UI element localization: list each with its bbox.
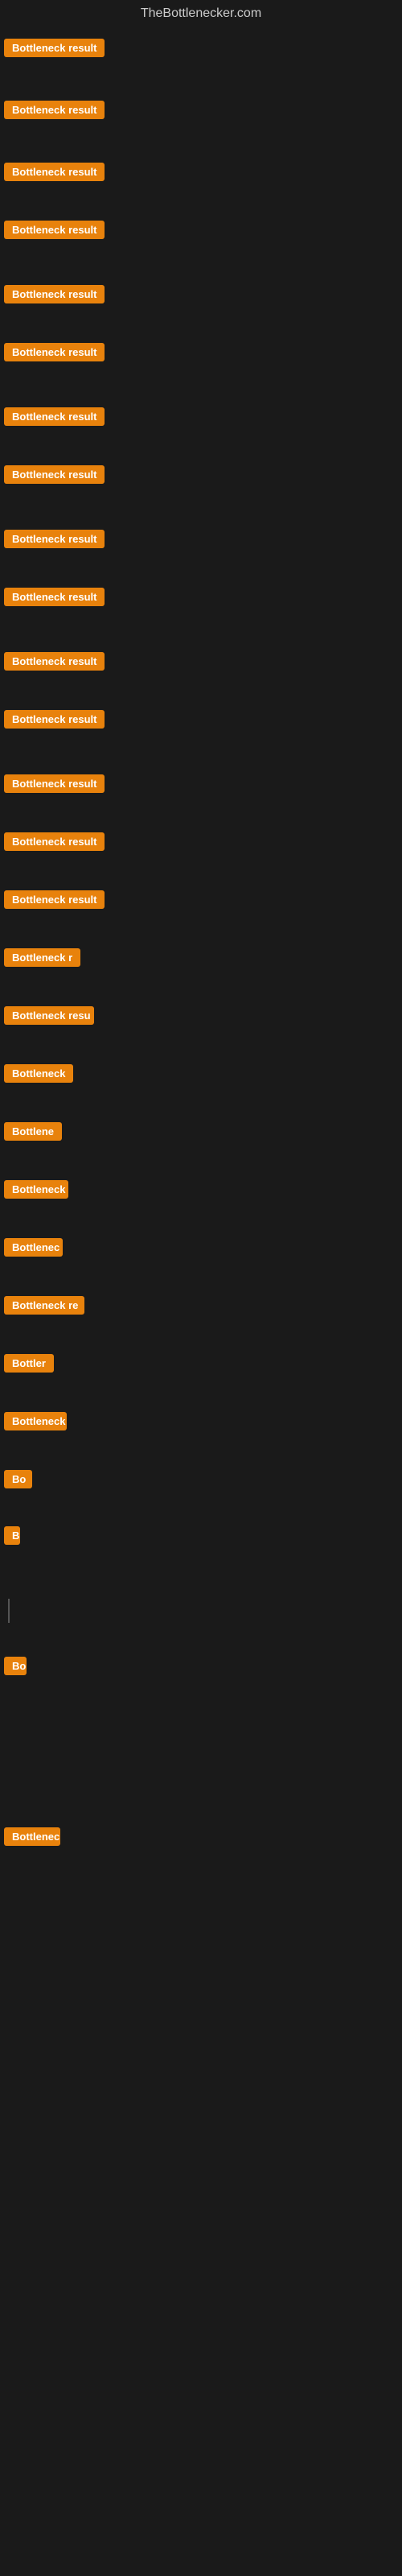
list-item: Bottlenec [0, 1228, 402, 1270]
bottleneck-badge-9: Bottleneck result [4, 530, 105, 548]
bottleneck-badge-23: Bottler [4, 1354, 54, 1373]
bottleneck-badge-2: Bottleneck result [4, 101, 105, 119]
list-item: Bottleneck result [0, 881, 402, 923]
bottleneck-badge-5: Bottleneck result [4, 285, 105, 303]
list-item: Bottler [0, 1344, 402, 1386]
list-item: Bottleneck result [0, 578, 402, 620]
bottleneck-badge-11: Bottleneck result [4, 652, 105, 671]
list-item: Bottleneck [0, 1402, 402, 1444]
list-item: Bottleneck result [0, 27, 402, 71]
list-item: Bottleneck result [0, 642, 402, 684]
list-item: Bo [0, 1460, 402, 1502]
vertical-divider [8, 1599, 10, 1623]
bottleneck-badge-29: Bo [4, 1657, 27, 1675]
list-item: Bottleneck r [0, 939, 402, 980]
bottleneck-badge-33: Bottleneck re [4, 1827, 60, 1846]
list-item: Bottleneck [0, 1055, 402, 1096]
bottleneck-badge-7: Bottleneck result [4, 407, 105, 426]
list-item: Bottleneck re [0, 1286, 402, 1328]
site-title: TheBottlenecker.com [0, 0, 402, 27]
list-item: Bottleneck result [0, 275, 402, 317]
bottleneck-badge-15: Bottleneck result [4, 890, 105, 909]
list-item: Bottleneck result [0, 520, 402, 562]
list-item: Bottleneck result [0, 398, 402, 440]
bottleneck-badge-22: Bottleneck re [4, 1296, 84, 1315]
list-item: Bottleneck result [0, 823, 402, 865]
bottleneck-badge-21: Bottlenec [4, 1238, 63, 1257]
list-item: Bo [0, 1647, 402, 1689]
bottleneck-badge-18: Bottleneck [4, 1064, 73, 1083]
list-item: Bottleneck result [0, 153, 402, 195]
bottleneck-badge-6: Bottleneck result [4, 343, 105, 361]
list-item: Bottleneck resu [0, 997, 402, 1038]
list-item: Bottleneck re [0, 1818, 402, 1860]
bottleneck-badge-25: Bo [4, 1470, 32, 1488]
list-item: Bottleneck result [0, 211, 402, 253]
bottleneck-badge-1: Bottleneck result [4, 39, 105, 57]
bottleneck-badge-19: Bottlene [4, 1122, 62, 1141]
list-item: Bottleneck result [0, 456, 402, 497]
bottleneck-badge-26: B [4, 1526, 20, 1545]
bottleneck-badge-4: Bottleneck result [4, 221, 105, 239]
bottleneck-badge-10: Bottleneck result [4, 588, 105, 606]
bottleneck-badge-16: Bottleneck r [4, 948, 80, 967]
bottleneck-badge-8: Bottleneck result [4, 465, 105, 484]
bottleneck-badge-20: Bottleneck [4, 1180, 68, 1199]
list-item: Bottleneck result [0, 700, 402, 742]
list-item: Bottlene [0, 1113, 402, 1154]
list-item: Bottleneck result [0, 765, 402, 807]
bottleneck-badge-17: Bottleneck resu [4, 1006, 94, 1025]
list-item: Bottleneck result [0, 333, 402, 375]
bottleneck-badge-14: Bottleneck result [4, 832, 105, 851]
bottleneck-badge-12: Bottleneck result [4, 710, 105, 729]
list-item: Bottleneck [0, 1170, 402, 1212]
list-item: Bottleneck result [0, 91, 402, 133]
bottleneck-badge-13: Bottleneck result [4, 774, 105, 793]
bottleneck-badge-3: Bottleneck result [4, 163, 105, 181]
list-item: B [0, 1517, 402, 1558]
bottleneck-badge-24: Bottleneck [4, 1412, 67, 1430]
